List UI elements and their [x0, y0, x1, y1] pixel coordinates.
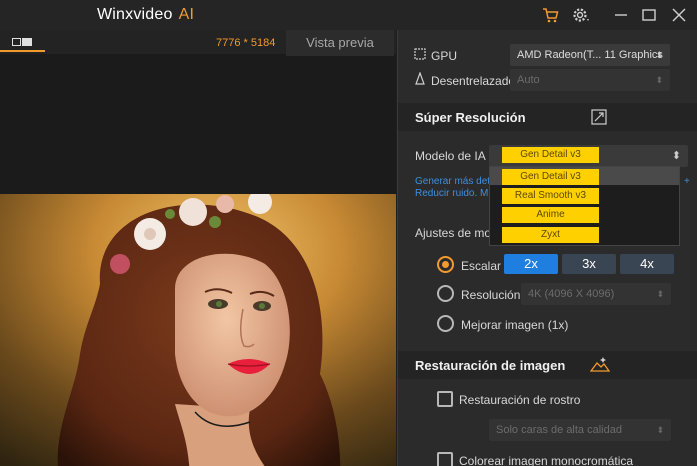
scale-3x-button[interactable]: 3x [562, 254, 616, 274]
chevron-updown-icon: ⬍ [671, 150, 681, 162]
model-option-zyxt[interactable]: Zyxt [502, 227, 599, 243]
app-title: Winxvideo AI [97, 6, 195, 23]
ai-model-label: Modelo de IA [415, 149, 486, 163]
preview-tab[interactable]: Vista previa [286, 30, 394, 56]
model-description: Generar más det Reducir ruido. M [415, 176, 491, 199]
preview-toolbar: 7776 * 5184 Vista previa [0, 30, 396, 56]
chevron-updown-icon: ⬍ [655, 75, 663, 85]
chip-icon [414, 48, 426, 60]
resolution-radio[interactable] [437, 285, 454, 302]
face-restoration-checkbox[interactable] [437, 391, 453, 407]
gpu-select[interactable]: AMD Radeon(T... 11 Graphics ⬍ [510, 44, 670, 66]
preview-photo [0, 194, 396, 466]
chevron-updown-icon: ⬍ [655, 50, 663, 60]
enhance-radio[interactable] [437, 315, 454, 332]
compare-view-toggle[interactable] [0, 34, 45, 52]
face-restoration-label: Restauración de rostro [459, 393, 581, 407]
preview-pane: 7776 * 5184 Vista previa [0, 30, 396, 466]
colorize-checkbox[interactable] [437, 452, 453, 466]
chevron-updown-icon: ⬍ [656, 289, 664, 299]
maximize-icon[interactable] [640, 6, 658, 24]
model-settings-label: Ajustes de mod [415, 226, 498, 240]
gear-icon[interactable] [572, 6, 590, 24]
restoration-header: Restauración de imagen [398, 351, 697, 379]
deinterlace-select[interactable]: Auto ⬍ [510, 69, 670, 91]
super-resolution-title: Súper Resolución [415, 110, 526, 125]
scale-2x-button[interactable]: 2x [504, 254, 558, 274]
minimize-icon[interactable] [612, 6, 630, 24]
expand-icon[interactable] [591, 109, 607, 125]
face-quality-select[interactable]: Solo caras de alta calidad ⬍ [489, 419, 671, 441]
model-description-end: + [684, 176, 690, 187]
close-icon[interactable] [670, 6, 688, 24]
model-option-gen-detail[interactable]: Gen Detail v3 [502, 169, 599, 185]
scale-label: Escalar [461, 259, 502, 273]
image-resolution: 7776 * 5184 [216, 37, 276, 49]
colorize-label: Colorear imagen monocromática [459, 454, 634, 466]
model-option-anime[interactable]: Anime [502, 207, 599, 223]
scale-radio[interactable] [437, 256, 454, 273]
chevron-updown-icon: ⬍ [656, 425, 664, 435]
enhance-label: Mejorar imagen (1x) [461, 318, 569, 332]
split-view-icon [12, 38, 21, 46]
ai-model-selected-value: Gen Detail v3 [502, 147, 599, 163]
super-resolution-header: Súper Resolución [398, 103, 697, 131]
resolution-label: Resolución [461, 288, 521, 302]
restoration-title: Restauración de imagen [415, 358, 566, 373]
deinterlace-icon [415, 72, 425, 85]
title-bar: Winxvideo AI [0, 0, 697, 30]
settings-panel: GPU AMD Radeon(T... 11 Graphics ⬍ Desentr… [397, 30, 697, 466]
model-option-real-smooth[interactable]: Real Smooth v3 [502, 188, 599, 204]
single-view-icon [22, 38, 32, 46]
restore-image-icon[interactable] [590, 355, 610, 373]
deinterlace-label: Desentrelazado [431, 74, 516, 88]
cart-icon[interactable] [541, 6, 559, 24]
scale-4x-button[interactable]: 4x [620, 254, 674, 274]
gpu-label: GPU [431, 49, 458, 63]
resolution-select[interactable]: 4K (4096 X 4096) ⬍ [521, 283, 671, 305]
